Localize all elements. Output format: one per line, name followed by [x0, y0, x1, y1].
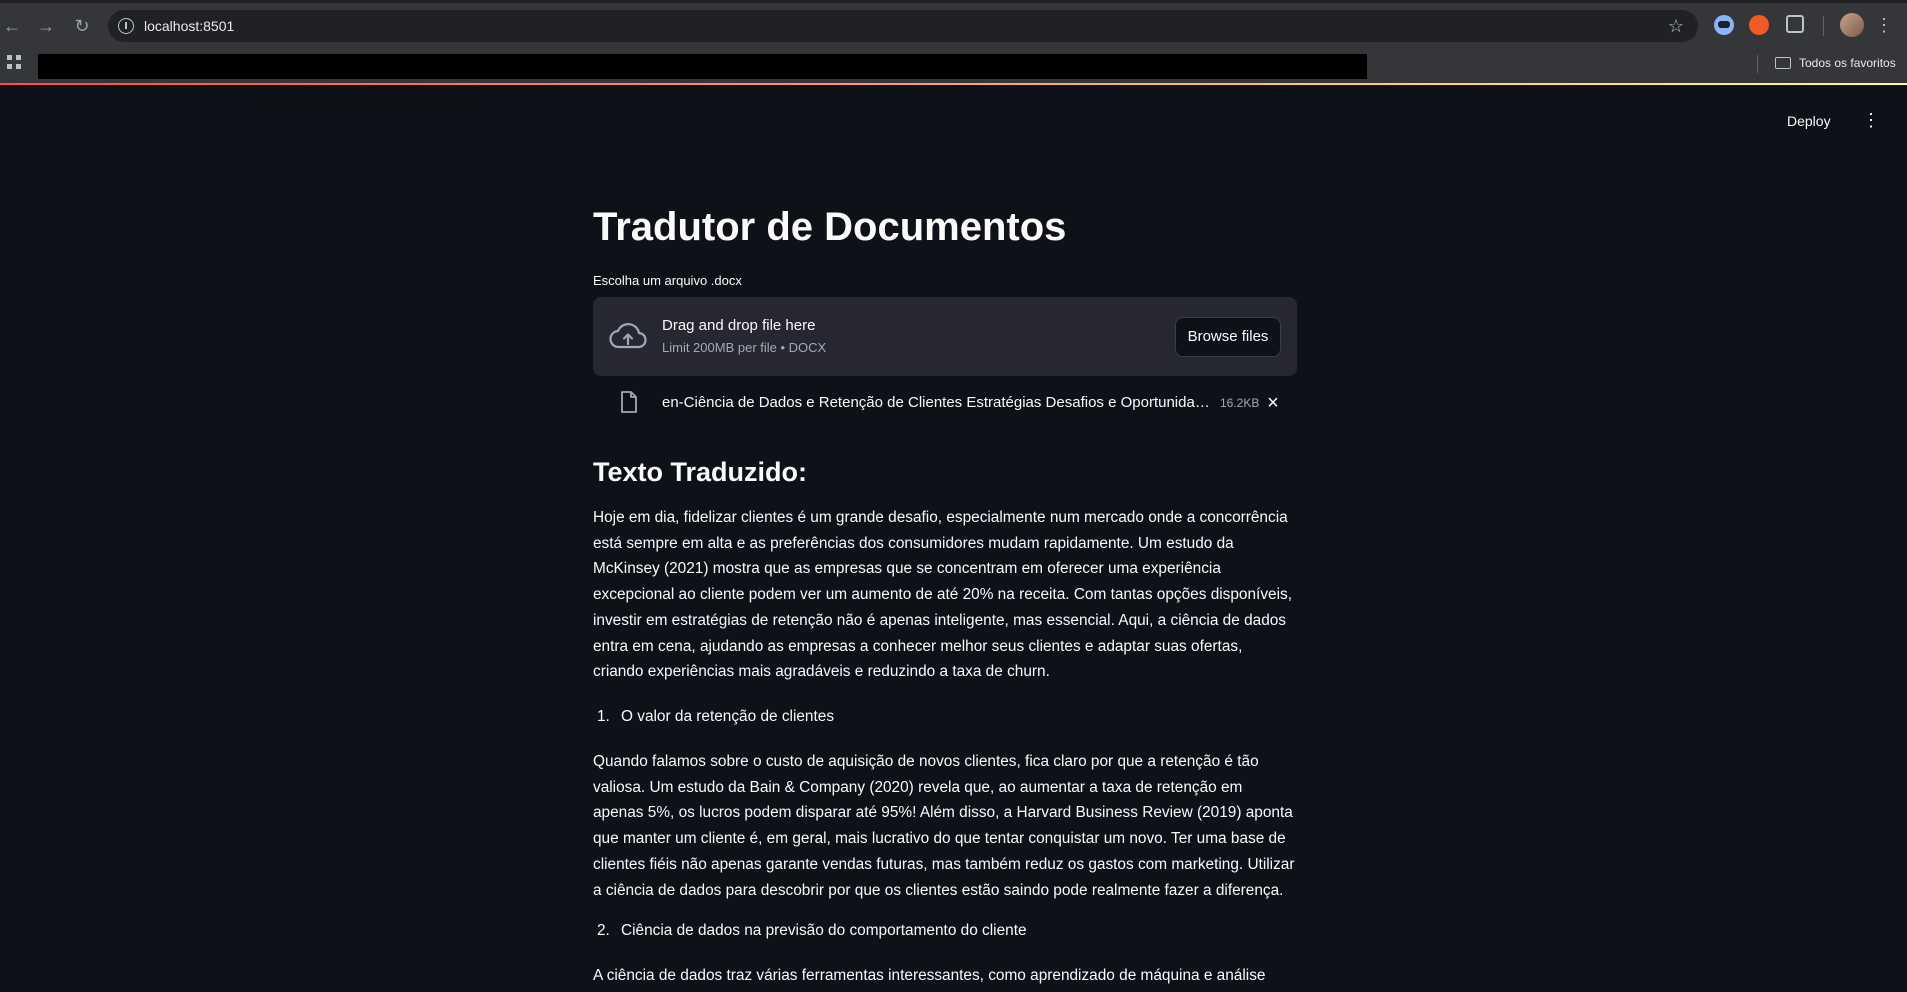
browser-menu-icon[interactable]: ⋮ — [1874, 13, 1894, 37]
reload-icon[interactable]: ↻ — [70, 14, 94, 38]
extensions-puzzle-icon[interactable] — [1786, 15, 1804, 33]
cloud-upload-icon — [609, 323, 647, 349]
apps-grid-icon[interactable] — [7, 55, 21, 69]
main-menu-icon[interactable]: ⋮ — [1862, 109, 1880, 131]
streamlit-app: Deploy ⋮ Tradutor de Documentos Escolha … — [0, 85, 1907, 992]
back-icon[interactable]: ← — [0, 14, 24, 38]
dropzone-instructions: Drag and drop file here — [662, 317, 816, 334]
bookmark-star-icon[interactable]: ☆ — [1668, 14, 1684, 38]
toolbar-divider — [1823, 16, 1824, 36]
site-info-icon[interactable] — [118, 18, 134, 34]
uploaded-file-name: en-Ciência de Dados e Retenção de Client… — [662, 394, 1212, 411]
uploader-label: Escolha um arquivo .docx — [593, 273, 742, 288]
redacted-bookmarks — [38, 54, 1367, 79]
remove-file-icon[interactable]: × — [1263, 391, 1283, 415]
extension-ghost-icon[interactable] — [1714, 15, 1734, 35]
browser-toolbar: ← → ↻ localhost:8501 ☆ ⋮ — [0, 0, 1907, 52]
folder-icon[interactable] — [1775, 57, 1791, 69]
profile-avatar[interactable] — [1840, 13, 1864, 37]
translated-paragraph: Hoje em dia, fidelizar clientes é um gra… — [593, 509, 1292, 681]
tab-strip — [0, 0, 1907, 3]
forward-icon[interactable]: → — [34, 14, 58, 38]
list-item-number: 2. — [597, 922, 610, 939]
file-icon — [621, 391, 637, 413]
list-item-text: O valor da retenção de clientes — [621, 708, 835, 725]
translated-paragraph: A ciência de dados traz várias ferrament… — [593, 967, 1266, 984]
all-bookmarks-folder[interactable]: Todos os favoritos — [1799, 55, 1896, 71]
translated-text-heading: Texto Traduzido: — [593, 457, 807, 487]
url-text[interactable]: localhost:8501 — [144, 18, 234, 34]
list-item-number: 1. — [597, 708, 610, 725]
address-bar[interactable]: localhost:8501 ☆ — [108, 10, 1698, 42]
bookmarks-divider — [1757, 55, 1758, 73]
file-dropzone[interactable]: Drag and drop file here Limit 200MB per … — [593, 297, 1297, 376]
page-title: Tradutor de Documentos — [593, 205, 1067, 249]
uploaded-file-row: en-Ciência de Dados e Retenção de Client… — [593, 387, 1297, 419]
deploy-button[interactable]: Deploy — [1787, 112, 1831, 130]
list-item-text: Ciência de dados na previsão do comporta… — [621, 922, 1027, 939]
extension-orange-icon[interactable] — [1749, 15, 1769, 35]
translated-paragraph: Quando falamos sobre o custo de aquisiçã… — [593, 753, 1295, 899]
browse-files-button[interactable]: Browse files — [1175, 317, 1281, 357]
uploaded-file-size: 16.2KB — [1220, 396, 1260, 410]
dropzone-limit: Limit 200MB per file • DOCX — [662, 340, 827, 355]
